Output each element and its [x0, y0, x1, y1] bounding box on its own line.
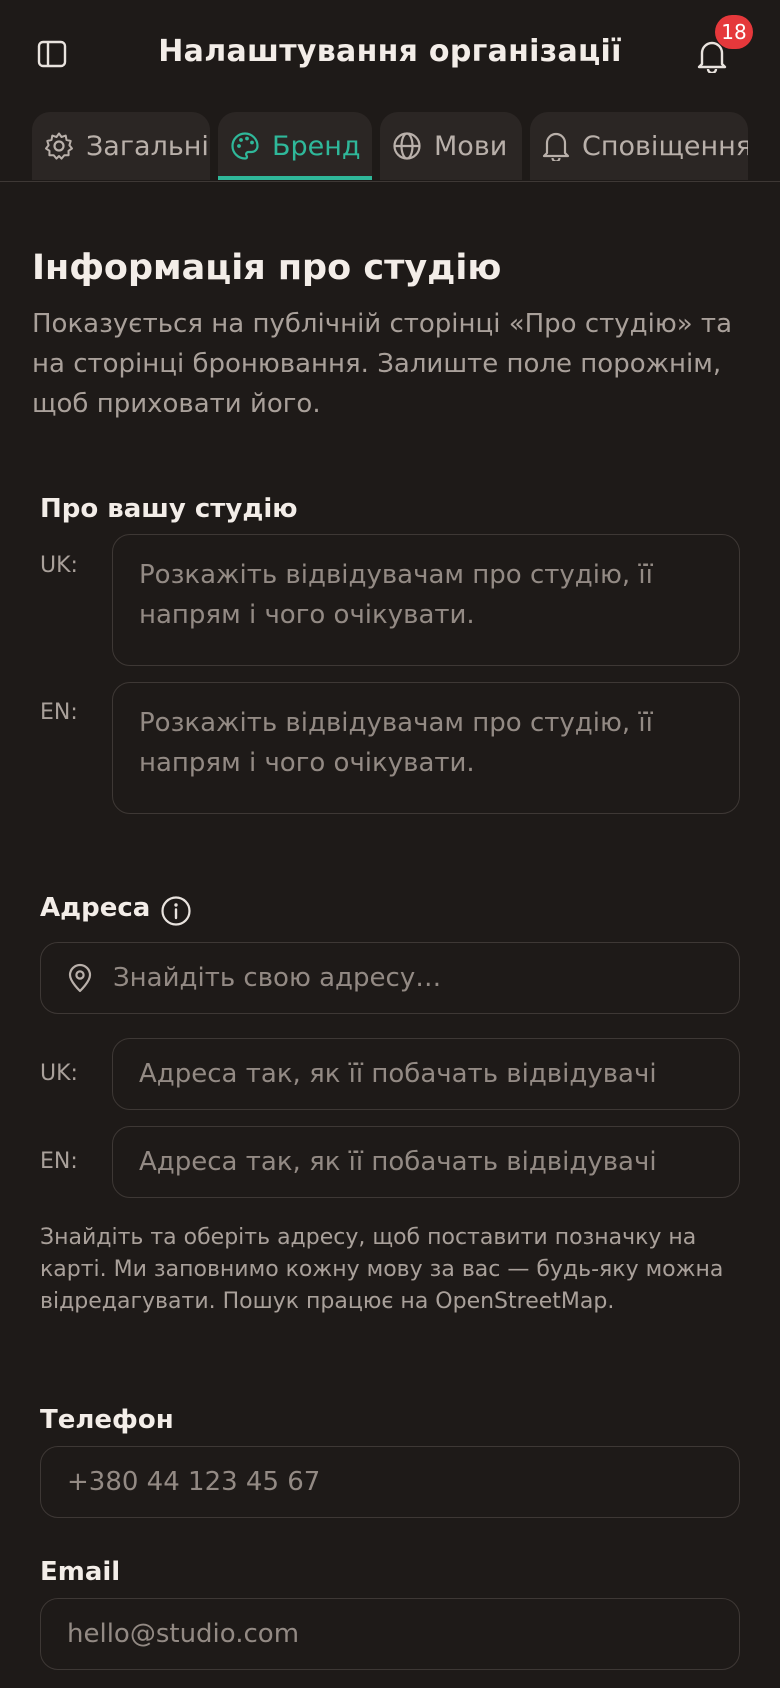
- tab-general-label: Загальні: [86, 130, 209, 162]
- about-uk-tag: UK:: [40, 553, 78, 578]
- bell-icon: [542, 132, 570, 161]
- address-en-input[interactable]: Адреса так, як її побачать відвідувачі: [112, 1126, 740, 1198]
- tab-notifications[interactable]: Сповіщення: [530, 112, 748, 180]
- section-description: Показується на публічній сторінці «Про с…: [32, 309, 733, 419]
- tab-brand-label: Бренд: [272, 130, 361, 162]
- phone-input[interactable]: +380 44 123 45 67: [40, 1446, 740, 1518]
- email-placeholder: hello@studio.com: [67, 1619, 300, 1649]
- address-search-input[interactable]: Знайдіть свою адресу…: [40, 942, 740, 1014]
- tab-languages[interactable]: Мови: [380, 112, 522, 180]
- email-input[interactable]: hello@studio.com: [40, 1598, 740, 1670]
- sidebar-icon: [37, 40, 67, 68]
- section-title: Інформація про студію: [32, 248, 502, 288]
- about-en-placeholder: Розкажіть відвідувачам про студію, її на…: [139, 708, 653, 778]
- page-title: Налаштування організації: [158, 34, 622, 69]
- address-info-button[interactable]: [160, 895, 192, 927]
- info-icon: [161, 896, 191, 926]
- phone-label: Телефон: [40, 1405, 174, 1435]
- tab-notifications-label: Сповіщення: [582, 130, 748, 162]
- gear-icon: [45, 132, 73, 160]
- tab-general[interactable]: Загальні: [32, 112, 210, 180]
- address-label: Адреса: [40, 893, 151, 923]
- address-uk-placeholder: Адреса так, як її побачать відвідувачі: [139, 1059, 657, 1089]
- address-en-placeholder: Адреса так, як її побачать відвідувачі: [139, 1147, 657, 1177]
- address-uk-input[interactable]: Адреса так, як її побачать відвідувачі: [112, 1038, 740, 1110]
- app-header: Налаштування організації 18: [0, 0, 780, 112]
- about-label: Про вашу студію: [40, 494, 298, 524]
- sidebar-toggle-button[interactable]: [34, 36, 70, 72]
- address-search-placeholder: Знайдіть свою адресу…: [113, 963, 442, 993]
- address-help-text: Знайдіть та оберіть адресу, щоб поставит…: [40, 1225, 724, 1314]
- about-uk-textarea[interactable]: Розкажіть відвідувачам про студію, її на…: [112, 534, 740, 666]
- email-label: Email: [40, 1557, 121, 1587]
- tab-languages-label: Мови: [434, 130, 508, 162]
- address-uk-tag: UK:: [40, 1061, 78, 1086]
- map-pin-icon: [68, 963, 92, 993]
- about-en-textarea[interactable]: Розкажіть відвідувачам про студію, її на…: [112, 682, 740, 814]
- address-en-tag: EN:: [40, 1149, 78, 1174]
- tab-brand[interactable]: Бренд: [218, 112, 372, 180]
- phone-placeholder: +380 44 123 45 67: [67, 1467, 321, 1497]
- notification-count-badge: 18: [715, 15, 753, 49]
- about-uk-placeholder: Розкажіть відвідувачам про студію, її на…: [139, 560, 653, 630]
- about-en-tag: EN:: [40, 700, 78, 725]
- globe-icon: [393, 132, 421, 160]
- palette-icon: [231, 132, 259, 160]
- settings-tabs: Загальні Бренд Мови Сповіщення: [0, 112, 780, 182]
